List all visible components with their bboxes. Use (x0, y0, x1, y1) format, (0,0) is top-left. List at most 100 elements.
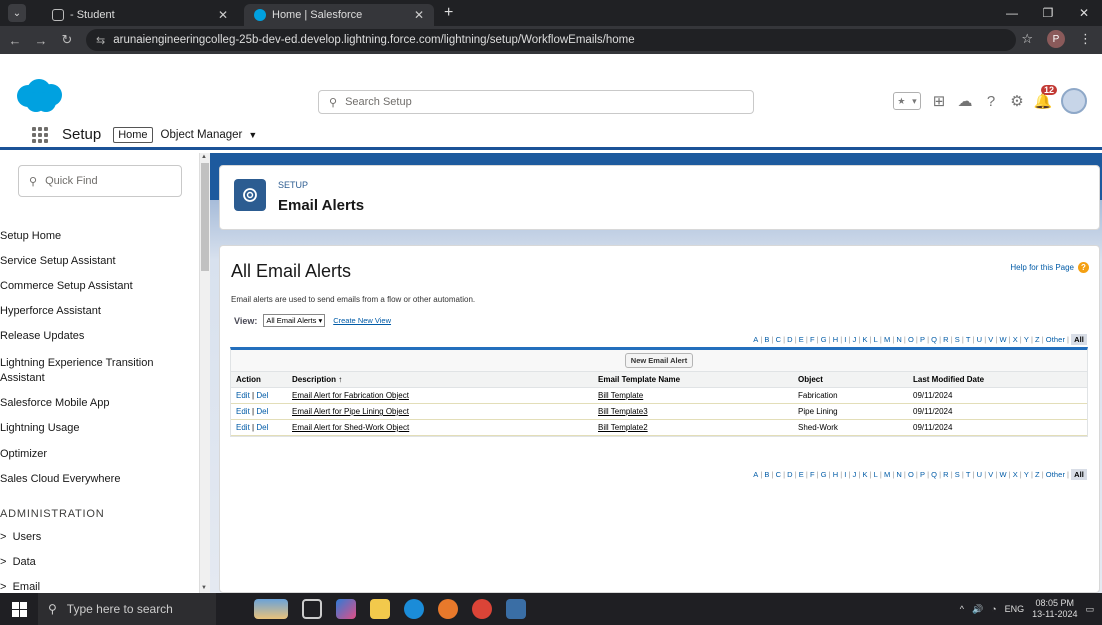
nav-tab-object-manager[interactable]: Object Manager ▼ (161, 129, 258, 141)
template-link[interactable]: Bill Template (598, 391, 643, 400)
alphabet-filter-letter[interactable]: G (821, 335, 827, 344)
alphabet-filter-letter[interactable]: B (764, 335, 769, 344)
alphabet-filter-letter[interactable]: U (977, 470, 983, 479)
help-icon[interactable]: ? (983, 93, 999, 110)
delete-link[interactable]: Del (256, 391, 268, 400)
favorites-button[interactable]: ★ ▾ (893, 92, 921, 110)
description-link[interactable]: Email Alert for Fabrication Object (292, 391, 409, 400)
sidebar-item-lightning-transition-assistant[interactable]: Lightning Experience Transition Assistan… (0, 356, 180, 386)
alphabet-filter-letter[interactable]: J (853, 470, 857, 479)
network-icon[interactable]: ◔ (991, 604, 996, 614)
notifications-bell-icon[interactable]: 🔔 12 (1034, 85, 1058, 110)
alphabet-filter-letter[interactable]: H (833, 470, 839, 479)
alphabet-filter-letter[interactable]: S (955, 335, 960, 344)
alphabet-filter-letter[interactable]: F (810, 335, 815, 344)
chevron-down-icon[interactable]: ▼ (248, 130, 257, 140)
user-avatar[interactable] (1061, 88, 1087, 114)
alphabet-filter-letter[interactable]: H (833, 335, 839, 344)
alphabet-filter-letter[interactable]: F (810, 470, 815, 479)
alphabet-filter-letter[interactable]: W (999, 470, 1006, 479)
alphabet-filter-letter[interactable]: K (862, 470, 867, 479)
copilot-icon[interactable] (336, 599, 356, 619)
alphabet-filter-letter[interactable]: J (853, 335, 857, 344)
scrollbar-thumb[interactable] (201, 163, 209, 271)
forward-icon[interactable]: → (30, 33, 52, 48)
alphabet-filter-letter[interactable]: Z (1035, 470, 1040, 479)
alphabet-filter-letter[interactable]: Y (1024, 335, 1029, 344)
restore-icon[interactable]: ❐ (1030, 0, 1066, 26)
browser-tab-student[interactable]: - Student ✕ (42, 4, 238, 26)
template-link[interactable]: Bill Template3 (598, 407, 648, 416)
language-indicator[interactable]: ENG (1005, 604, 1025, 614)
notification-center-icon[interactable]: ▭ (1085, 604, 1094, 615)
new-email-alert-button[interactable]: New Email Alert (624, 353, 694, 368)
alphabet-filter-letter[interactable]: C (776, 335, 782, 344)
setup-gear-icon[interactable]: ⚙ (1009, 93, 1025, 110)
alphabet-filter-letter[interactable]: V (988, 470, 993, 479)
alphabet-filter-letter[interactable]: E (799, 470, 804, 479)
salesforce-logo-icon[interactable] (14, 78, 64, 114)
alphabet-filter-letter[interactable]: R (943, 335, 949, 344)
global-actions-icon[interactable]: ⊞ (931, 93, 947, 110)
site-settings-icon[interactable]: ⇆ (96, 34, 105, 47)
edit-link[interactable]: Edit (236, 423, 250, 432)
browser-tab-salesforce[interactable]: Home | Salesforce ✕ (244, 4, 434, 26)
sidebar-item-sales-cloud-everywhere[interactable]: Sales Cloud Everywhere (0, 473, 120, 485)
column-header-template[interactable]: Email Template Name (593, 372, 793, 388)
new-tab-button[interactable]: + (444, 4, 453, 22)
sidebar-item-setup-home[interactable]: Setup Home (0, 230, 61, 242)
alphabet-filter-letter[interactable]: I (844, 335, 846, 344)
scroll-down-icon[interactable]: ▼ (201, 585, 207, 591)
reload-icon[interactable]: ↻ (56, 32, 78, 48)
sidebar-item-hyperforce-assistant[interactable]: Hyperforce Assistant (0, 305, 101, 317)
edit-link[interactable]: Edit (236, 407, 250, 416)
alphabet-filter-letter[interactable]: Other (1046, 335, 1065, 344)
alphabet-filter-letter[interactable]: Q (931, 335, 937, 344)
description-link[interactable]: Email Alert for Shed-Work Object (292, 423, 409, 432)
taskbar-search-input[interactable]: ⚲ Type here to search (38, 593, 216, 625)
description-link[interactable]: Email Alert for Pipe Lining Object (292, 407, 409, 416)
template-link[interactable]: Bill Template2 (598, 423, 648, 432)
search-setup-input[interactable]: ⚲ Search Setup (318, 90, 754, 114)
store-icon[interactable] (506, 599, 526, 619)
alphabet-filter-letter[interactable]: M (884, 335, 890, 344)
task-view-icon[interactable] (302, 599, 322, 619)
file-explorer-icon[interactable] (370, 599, 390, 619)
alphabet-filter-letter[interactable]: N (896, 335, 902, 344)
sidebar-item-optimizer[interactable]: Optimizer (0, 448, 47, 460)
nav-tab-home[interactable]: Home (113, 126, 153, 143)
close-tab-icon[interactable]: ✕ (414, 8, 424, 22)
close-tab-icon[interactable]: ✕ (218, 8, 228, 22)
sidebar-scrollbar[interactable]: ▲ ▼ (200, 153, 210, 593)
windows-start-icon[interactable] (0, 593, 38, 625)
browser-menu-icon[interactable]: ⋮ (1079, 31, 1092, 47)
close-window-icon[interactable]: ✕ (1066, 0, 1102, 26)
alphabet-filter-letter[interactable]: K (862, 335, 867, 344)
chrome-icon[interactable] (472, 599, 492, 619)
alphabet-filter-letter[interactable]: I (844, 470, 846, 479)
edge-browser-icon[interactable] (404, 599, 424, 619)
tab-search-dropdown-icon[interactable]: ⌄ (8, 4, 26, 22)
alphabet-filter-letter[interactable]: S (955, 470, 960, 479)
alphabet-filter-letter[interactable]: A (753, 335, 758, 344)
url-field[interactable]: ⇆ arunaiengineeringcolleg-25b-dev-ed.dev… (86, 29, 1016, 51)
profile-avatar[interactable]: P (1047, 30, 1065, 48)
alphabet-filter-letter[interactable]: P (920, 470, 925, 479)
quick-find-input[interactable]: ⚲ Quick Find (18, 165, 182, 197)
sidebar-section-email[interactable]: > Email (0, 581, 40, 593)
alphabet-filter-letter[interactable]: L (874, 470, 878, 479)
alphabet-filter-letter[interactable]: N (896, 470, 902, 479)
alphabet-filter-letter[interactable]: G (821, 470, 827, 479)
alphabet-filter-letter[interactable]: P (920, 335, 925, 344)
alphabet-filter-letter[interactable]: B (764, 470, 769, 479)
delete-link[interactable]: Del (256, 423, 268, 432)
alphabet-filter-letter[interactable]: D (787, 335, 793, 344)
alphabet-filter-letter[interactable]: L (874, 335, 878, 344)
alphabet-filter-letter[interactable]: C (776, 470, 782, 479)
alphabet-filter-letter[interactable]: Y (1024, 470, 1029, 479)
minimize-icon[interactable]: — (994, 0, 1030, 26)
sidebar-item-release-updates[interactable]: Release Updates (0, 330, 84, 342)
help-for-page-link[interactable]: Help for this Page ? (1010, 262, 1089, 273)
alphabet-filter-letter[interactable]: X (1013, 470, 1018, 479)
edit-link[interactable]: Edit (236, 391, 250, 400)
